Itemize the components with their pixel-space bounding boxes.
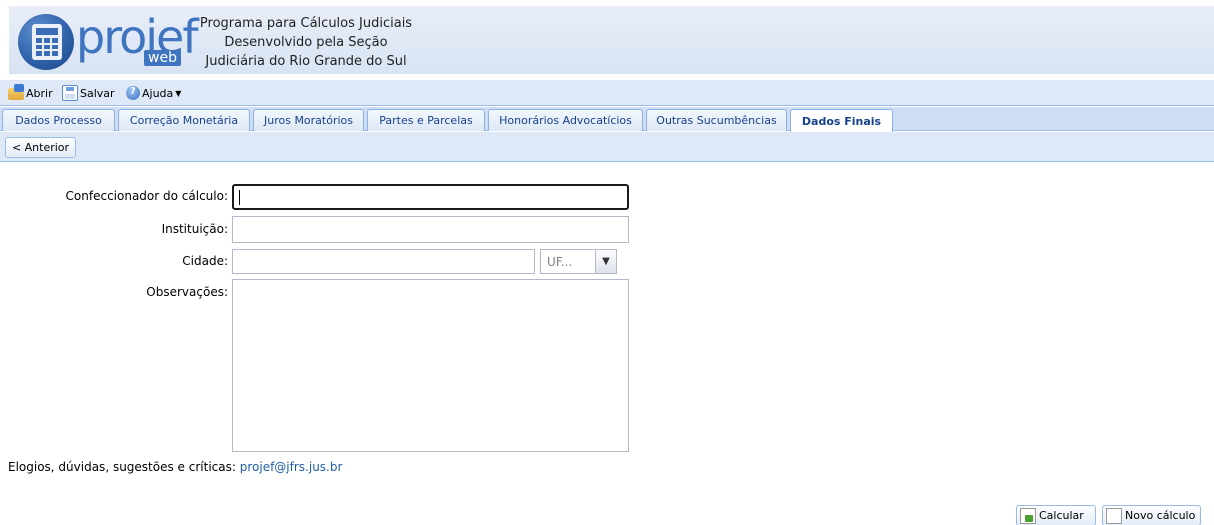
observacoes-textarea[interactable] [232, 279, 629, 452]
open-folder-icon [8, 84, 24, 100]
novo-calculo-button[interactable]: Novo cálculo [1102, 505, 1201, 525]
tab-strip: Dados Processo Correção Monetária Juros … [0, 107, 1214, 132]
chevron-down-icon: ▼ [602, 256, 610, 267]
tab-juros-moratorios[interactable]: Juros Moratórios [253, 109, 364, 131]
help-icon [126, 86, 140, 100]
open-label: Abrir [26, 86, 53, 100]
novo-calculo-label: Novo cálculo [1125, 509, 1196, 522]
main-toolbar: Abrir Salvar Ajuda ▼ [0, 80, 1214, 106]
tab-outras-sucumbencias[interactable]: Outras Sucumbências [646, 109, 787, 131]
cidade-label: Cidade: [182, 254, 228, 268]
open-button[interactable]: Abrir [8, 84, 53, 102]
program-title: Programa para Cálculos Judiciais Desenvo… [196, 14, 416, 71]
save-label: Salvar [80, 86, 115, 100]
help-label: Ajuda [142, 86, 174, 100]
calculate-icon [1020, 507, 1036, 524]
wizard-nav-bar: < Anterior [0, 132, 1214, 162]
instituicao-label: Instituição: [161, 222, 228, 236]
save-button[interactable]: Salvar [62, 84, 115, 102]
text-cursor [239, 190, 240, 205]
cidade-input[interactable] [232, 249, 535, 274]
tab-dados-processo[interactable]: Dados Processo [2, 109, 115, 131]
feedback-text: Elogios, dúvidas, sugestões e críticas: [8, 460, 236, 474]
previous-button[interactable]: < Anterior [5, 137, 76, 158]
new-document-icon [1106, 507, 1122, 524]
projef-logo: projef web [14, 10, 199, 72]
tab-correcao-monetaria[interactable]: Correção Monetária [118, 109, 250, 131]
title-line-3: Judiciária do Rio Grande do Sul [205, 54, 407, 69]
instituicao-input[interactable] [232, 216, 629, 243]
feedback-email-link[interactable]: projef@jfrs.jus.br [240, 460, 343, 474]
feedback-line: Elogios, dúvidas, sugestões e críticas: … [8, 460, 342, 474]
logo-suffix: web [144, 50, 181, 66]
calculator-icon [32, 24, 62, 60]
uf-dropdown-trigger[interactable]: ▼ [595, 249, 617, 274]
confeccionador-input[interactable] [232, 184, 629, 210]
tab-honorarios-advocaticios[interactable]: Honorários Advocatícios [488, 109, 643, 131]
tab-partes-parcelas[interactable]: Partes e Parcelas [367, 109, 485, 131]
app-header: projef web Programa para Cálculos Judici… [0, 0, 1214, 80]
calcular-label: Calcular [1039, 509, 1084, 522]
dropdown-caret-icon: ▼ [175, 88, 182, 98]
title-line-1: Programa para Cálculos Judiciais [199, 16, 413, 31]
tab-dados-finais[interactable]: Dados Finais [790, 109, 893, 132]
calcular-button[interactable]: Calcular [1016, 505, 1096, 525]
help-menu-button[interactable]: Ajuda ▼ [126, 84, 181, 102]
observacoes-label: Observações: [146, 285, 228, 299]
save-disk-icon [62, 85, 78, 101]
confeccionador-label: Confeccionador do cálculo: [65, 189, 228, 203]
title-line-2: Desenvolvido pela Seção [224, 35, 388, 50]
